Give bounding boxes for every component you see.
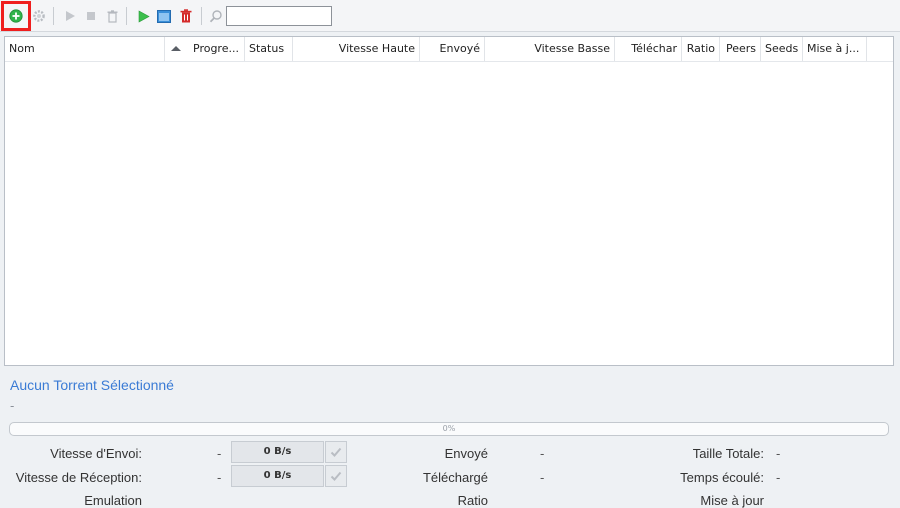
upload-rate-apply-button[interactable] bbox=[325, 441, 347, 463]
remove-icon[interactable] bbox=[105, 9, 119, 23]
delete-red-icon[interactable] bbox=[179, 9, 193, 23]
column-header-telecharge[interactable]: Téléchar bbox=[615, 37, 682, 61]
download-speed-label: Vitesse de Réception: bbox=[15, 470, 142, 485]
column-header-peers[interactable]: Peers bbox=[720, 37, 761, 61]
column-header-progression[interactable]: Progre... bbox=[189, 37, 245, 61]
progress-label: 0% bbox=[442, 424, 456, 433]
selected-torrent-subtitle: - bbox=[10, 399, 15, 413]
download-rate-limit-field[interactable]: 0 B/s bbox=[231, 465, 324, 487]
selected-torrent-title: Aucun Torrent Sélectionné bbox=[10, 377, 174, 393]
toolbar-separator bbox=[201, 7, 202, 25]
downloaded-value: - bbox=[540, 470, 545, 485]
checkmark-icon bbox=[330, 471, 342, 481]
window-icon[interactable] bbox=[157, 9, 171, 23]
downloaded-label: Téléchargé bbox=[422, 470, 488, 485]
elapsed-time-value: - bbox=[776, 470, 781, 485]
column-header-vitesse-basse[interactable]: Vitesse Basse bbox=[485, 37, 615, 61]
column-header-envoye[interactable]: Envoyé bbox=[420, 37, 485, 61]
start-all-icon[interactable] bbox=[136, 9, 150, 23]
toolbar-separator bbox=[53, 7, 54, 25]
column-header-status[interactable]: Status bbox=[245, 37, 293, 61]
search-icon bbox=[209, 9, 223, 23]
column-header-nom[interactable]: Nom bbox=[5, 37, 165, 61]
play-icon[interactable] bbox=[63, 9, 77, 23]
download-speed-value: - bbox=[217, 470, 222, 485]
elapsed-time-label: Temps écoulé: bbox=[680, 470, 764, 485]
download-rate-apply-button[interactable] bbox=[325, 465, 347, 487]
column-header-vitesse-haute[interactable]: Vitesse Haute bbox=[293, 37, 420, 61]
sent-label: Envoyé bbox=[444, 446, 488, 461]
search-input[interactable] bbox=[226, 6, 332, 26]
torrent-progress-bar: 0% bbox=[9, 422, 889, 436]
column-header-row: Nom Progre... Status Vitesse Haute Envoy… bbox=[5, 37, 893, 62]
last-update-label: Mise à jour bbox=[700, 493, 764, 508]
emulation-label: Emulation bbox=[84, 493, 142, 508]
torrent-list[interactable]: Nom Progre... Status Vitesse Haute Envoy… bbox=[4, 36, 894, 366]
add-torrent-icon[interactable] bbox=[9, 9, 23, 23]
column-header-ratio[interactable]: Ratio bbox=[682, 37, 720, 61]
column-header-seeds[interactable]: Seeds bbox=[761, 37, 803, 61]
column-header-mise-a-jour[interactable]: Mise à j... bbox=[803, 37, 867, 61]
stop-icon[interactable] bbox=[84, 9, 98, 23]
checkmark-icon bbox=[330, 447, 342, 457]
toolbar bbox=[0, 0, 900, 32]
upload-rate-limit-field[interactable]: 0 B/s bbox=[231, 441, 324, 463]
sent-value: - bbox=[540, 446, 545, 461]
ratio-label: Ratio bbox=[457, 493, 488, 508]
total-size-value: - bbox=[776, 446, 781, 461]
upload-speed-value: - bbox=[217, 446, 222, 461]
sort-ascending-icon bbox=[171, 46, 181, 51]
toolbar-separator bbox=[126, 7, 127, 25]
total-size-label: Taille Totale: bbox=[692, 446, 764, 461]
upload-speed-label: Vitesse d'Envoi: bbox=[50, 446, 142, 461]
settings-gear-icon[interactable] bbox=[32, 9, 46, 23]
